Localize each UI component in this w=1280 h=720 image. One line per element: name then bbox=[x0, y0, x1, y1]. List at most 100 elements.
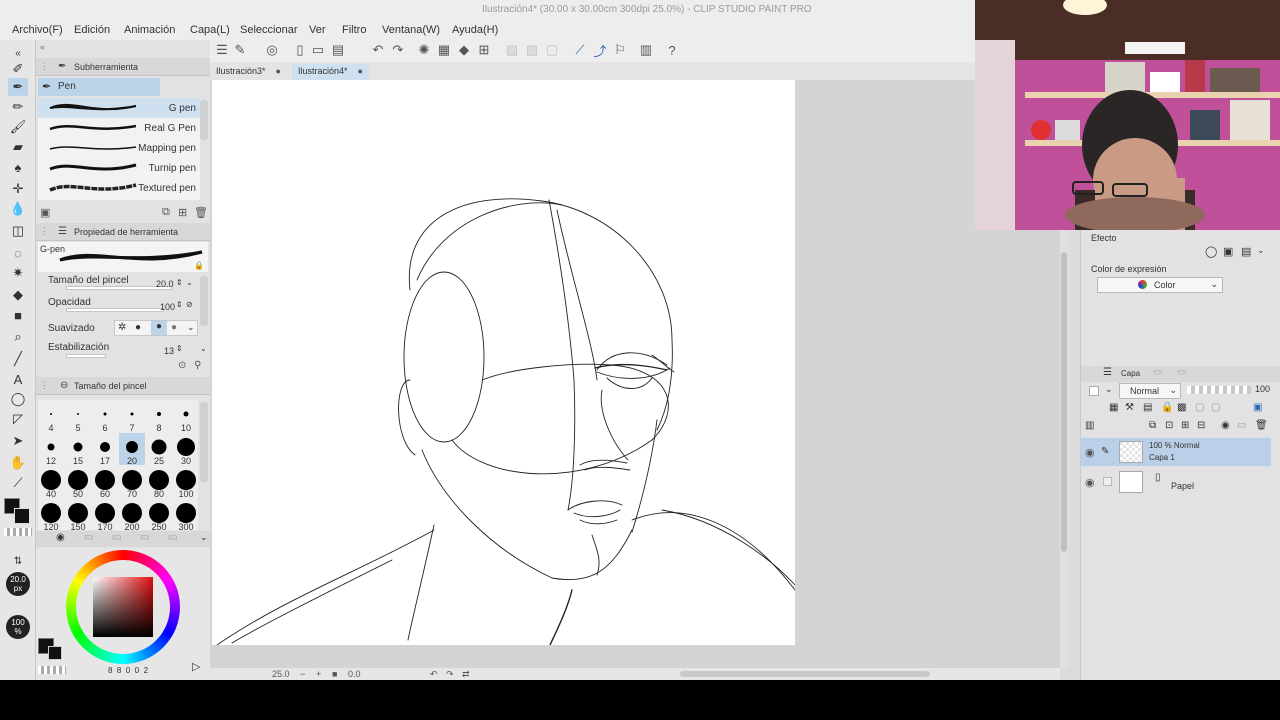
color-wheel-switch-icon[interactable]: ▷ bbox=[192, 660, 200, 673]
lasso-tool-icon[interactable]: ◌ bbox=[8, 244, 28, 262]
size-option[interactable]: 60 bbox=[92, 466, 118, 499]
menu-archivo[interactable]: Archivo(F) bbox=[12, 24, 63, 36]
size-option[interactable]: 300 bbox=[173, 499, 199, 532]
tool-property-menu-icon[interactable]: ⊙ bbox=[178, 360, 186, 371]
size-option[interactable]: 12 bbox=[38, 433, 64, 466]
pen-tool-icon[interactable]: ✒ bbox=[8, 78, 28, 96]
size-option[interactable]: 4 bbox=[38, 400, 64, 433]
layer-lock-checkbox[interactable] bbox=[1089, 386, 1099, 396]
color-panel-menu-icon[interactable]: ⌄ bbox=[200, 532, 208, 543]
size-option[interactable]: 40 bbox=[38, 466, 64, 499]
color-set-tab-icon[interactable]: ▭ bbox=[84, 532, 93, 543]
opacity-link-icon[interactable]: ⊘ bbox=[186, 300, 193, 309]
menu-ayuda[interactable]: Ayuda(H) bbox=[452, 24, 498, 36]
eye-icon[interactable]: ◉ bbox=[1085, 476, 1095, 489]
flip-icon[interactable]: ⇄ bbox=[462, 669, 470, 680]
size-option[interactable]: 80 bbox=[146, 466, 172, 499]
redo-icon[interactable]: ↷ bbox=[390, 42, 406, 58]
operation-tool-icon[interactable]: ◫ bbox=[8, 222, 28, 240]
object-tool-icon[interactable]: ➤ bbox=[8, 432, 28, 450]
fill-bucket-icon[interactable]: ◆ bbox=[8, 286, 28, 304]
layer-mask-icon[interactable]: ▦ bbox=[1109, 402, 1118, 413]
brush-item-turnip-pen[interactable]: Turnip pen bbox=[38, 158, 200, 178]
brush-item-mapping-pen[interactable]: Mapping pen bbox=[38, 138, 200, 158]
size-option-selected[interactable]: 20 bbox=[119, 433, 145, 466]
layer-visibility-checkbox[interactable] bbox=[1103, 477, 1112, 486]
subtool-group-pen[interactable]: ✒ Pen bbox=[38, 78, 160, 96]
deselect-icon[interactable]: ▧ bbox=[504, 42, 520, 58]
transform-icon[interactable]: ⊞ bbox=[476, 42, 492, 58]
undo-icon[interactable]: ↶ bbox=[370, 42, 386, 58]
mask-enable-icon[interactable]: ▢ bbox=[1195, 402, 1204, 413]
menu-seleccionar[interactable]: Seleccionar bbox=[240, 24, 297, 36]
smoothing-low-icon[interactable]: ● bbox=[135, 322, 141, 333]
ruler-icon[interactable]: ▢ bbox=[1211, 402, 1220, 413]
merge-icon[interactable]: ▭ bbox=[1237, 420, 1246, 431]
zoom-out-icon[interactable]: − bbox=[300, 669, 305, 679]
size-option[interactable]: 5 bbox=[65, 400, 91, 433]
save-icon[interactable]: ▤ bbox=[330, 42, 346, 58]
brush-list-scrollbar[interactable] bbox=[200, 100, 208, 140]
new-vector-layer-icon[interactable]: ⊡ bbox=[1165, 420, 1173, 431]
eraser-tool-icon[interactable]: ▰ bbox=[8, 138, 28, 156]
transparent-swatch-small[interactable] bbox=[38, 666, 66, 674]
transparent-swatch[interactable] bbox=[4, 528, 32, 536]
menu-edicion[interactable]: Edición bbox=[74, 24, 110, 36]
size-option[interactable]: 50 bbox=[65, 466, 91, 499]
size-option[interactable]: 120 bbox=[38, 499, 64, 532]
smoothing-mid-icon[interactable]: ● bbox=[151, 321, 167, 335]
tablet-icon[interactable]: ▥ bbox=[638, 42, 654, 58]
lock-transparency-icon[interactable]: ▩ bbox=[1177, 402, 1186, 413]
snap-grid-icon[interactable]: ⚐ bbox=[612, 42, 628, 58]
size-option[interactable]: 15 bbox=[65, 433, 91, 466]
menu-icon[interactable]: ☰ bbox=[214, 42, 230, 58]
new-folder-icon[interactable]: ⊞ bbox=[1181, 420, 1189, 431]
brush-size-dropdown-icon[interactable]: ⌄ bbox=[186, 278, 193, 287]
brush-icon[interactable]: ✐ bbox=[8, 60, 28, 78]
line-tool-icon[interactable]: ╱ bbox=[8, 350, 28, 368]
rotate-right-icon[interactable]: ↷ bbox=[446, 669, 454, 680]
eyedropper-tool-icon[interactable]: ⟋ bbox=[8, 474, 28, 492]
canvas-horizontal-scrollbar[interactable] bbox=[680, 671, 930, 677]
new-raster-layer-icon[interactable]: ⧉ bbox=[1149, 420, 1156, 431]
crop-icon[interactable]: ▨ bbox=[524, 42, 540, 58]
subtool-settings-icon[interactable]: ▣ bbox=[40, 206, 50, 219]
rotation-value[interactable]: 0.0 bbox=[348, 669, 361, 679]
layer-row-papel[interactable]: ◉ ▯ Papel bbox=[1081, 468, 1271, 496]
text-tool-icon[interactable]: A bbox=[8, 370, 28, 388]
stabilization-slider[interactable] bbox=[66, 354, 106, 358]
layer-tab[interactable]: Capa bbox=[1121, 369, 1140, 378]
tab-ilustracion4[interactable]: Ilustración4* ● bbox=[292, 64, 369, 80]
size-option[interactable]: 6 bbox=[92, 400, 118, 433]
size-option[interactable]: 150 bbox=[65, 499, 91, 532]
drawing-canvas[interactable] bbox=[212, 80, 795, 645]
expression-color-select[interactable]: Color ⌄ bbox=[1097, 277, 1223, 293]
color-slider-tab-icon[interactable]: ▭ bbox=[112, 532, 121, 543]
gradient-tool-icon[interactable]: ■ bbox=[8, 306, 28, 324]
hand-tool-icon[interactable]: ✋ bbox=[8, 454, 28, 472]
brush-item-real-g-pen[interactable]: Real G Pen bbox=[38, 118, 200, 138]
size-option[interactable]: 100 bbox=[173, 466, 199, 499]
lock-icon[interactable]: 🔒 bbox=[194, 261, 204, 270]
sub-view-tab-icon[interactable]: ▭ bbox=[1177, 367, 1186, 378]
sub-color-swatch[interactable] bbox=[14, 508, 30, 524]
magic-wand-icon[interactable]: ✷ bbox=[8, 264, 28, 282]
blend-tool-icon[interactable]: ✛ bbox=[8, 180, 28, 198]
delete-subtool-icon[interactable]: 🗑 bbox=[194, 206, 208, 219]
layer-opacity-slider[interactable] bbox=[1187, 386, 1251, 394]
layer-opacity-value[interactable]: 100 bbox=[1255, 384, 1270, 394]
size-option[interactable]: 250 bbox=[146, 499, 172, 532]
brush-item-g-pen[interactable]: G pen bbox=[38, 98, 200, 118]
color-wheel-tab-icon[interactable]: ◉ bbox=[56, 532, 65, 543]
open-folder-icon[interactable]: ▭ bbox=[310, 42, 326, 58]
fill-tool-icon[interactable]: 💧 bbox=[8, 200, 28, 218]
effect-dropdown-icon[interactable]: ⌄ bbox=[1257, 245, 1265, 256]
balloon-tool-icon[interactable]: ◯ bbox=[8, 390, 28, 408]
saturation-value-square[interactable] bbox=[93, 577, 153, 637]
zoom-tool-icon[interactable]: ⌕ bbox=[8, 328, 28, 346]
clip-studio-icon[interactable]: ◎ bbox=[264, 42, 280, 58]
rotate-left-icon[interactable]: ↶ bbox=[430, 669, 438, 680]
size-option[interactable]: 17 bbox=[92, 433, 118, 466]
stabilization-spinner-icon[interactable]: ⇕ bbox=[176, 344, 183, 353]
tab-ilustracion3[interactable]: Ilustración3* ● bbox=[210, 64, 287, 80]
